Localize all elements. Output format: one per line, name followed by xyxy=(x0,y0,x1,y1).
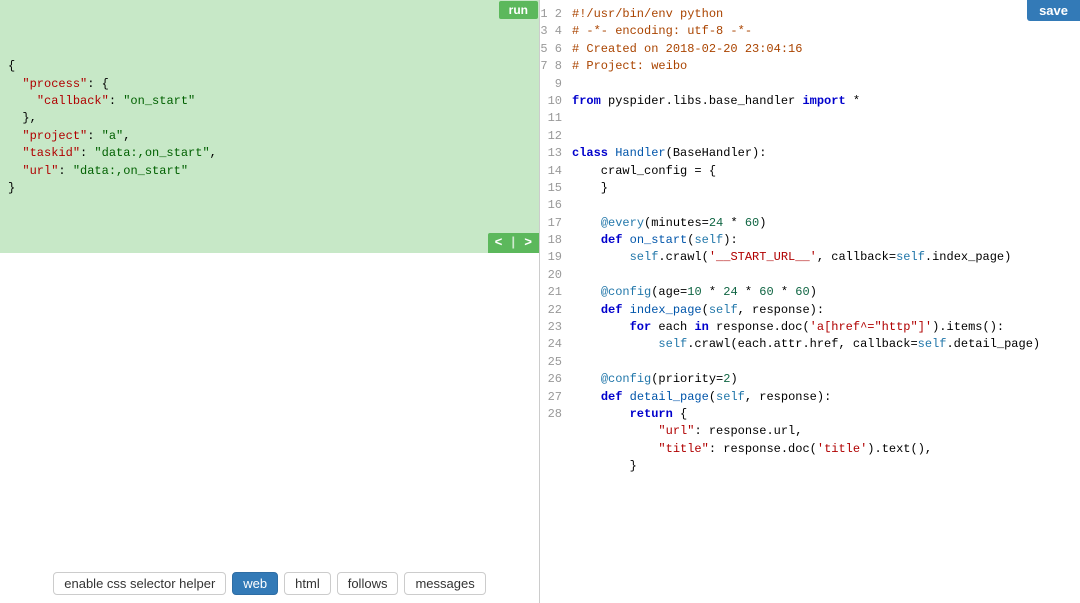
tab-follows[interactable]: follows xyxy=(337,572,399,595)
save-button[interactable]: save xyxy=(1027,0,1080,21)
right-pane: save 1 2 3 4 5 6 7 8 9 10 11 12 13 14 15… xyxy=(540,0,1080,603)
prev-button[interactable]: < xyxy=(488,233,510,254)
tab-html[interactable]: html xyxy=(284,572,331,595)
tab-messages[interactable]: messages xyxy=(404,572,485,595)
next-button[interactable]: > xyxy=(517,233,539,254)
run-button[interactable]: run xyxy=(499,1,538,19)
task-panel: run { "process": { "callback": "on_start… xyxy=(0,0,539,253)
preview-area xyxy=(0,253,539,603)
bottom-tabs: enable css selector helper webhtml follows… xyxy=(0,572,539,595)
left-pane: run { "process": { "callback": "on_start… xyxy=(0,0,540,603)
tab-web[interactable]: web xyxy=(232,572,278,595)
tab-enable-css-selector-helper[interactable]: enable css selector helper xyxy=(53,572,226,595)
code-editor[interactable]: #!/usr/bin/env python # -*- encoding: ut… xyxy=(568,0,1080,603)
nav-separator: | xyxy=(509,233,517,254)
task-nav: < | > xyxy=(488,233,539,254)
task-json: { "process": { "callback": "on_start" },… xyxy=(8,58,531,197)
line-gutter: 1 2 3 4 5 6 7 8 9 10 11 12 13 14 15 16 1… xyxy=(540,0,568,603)
